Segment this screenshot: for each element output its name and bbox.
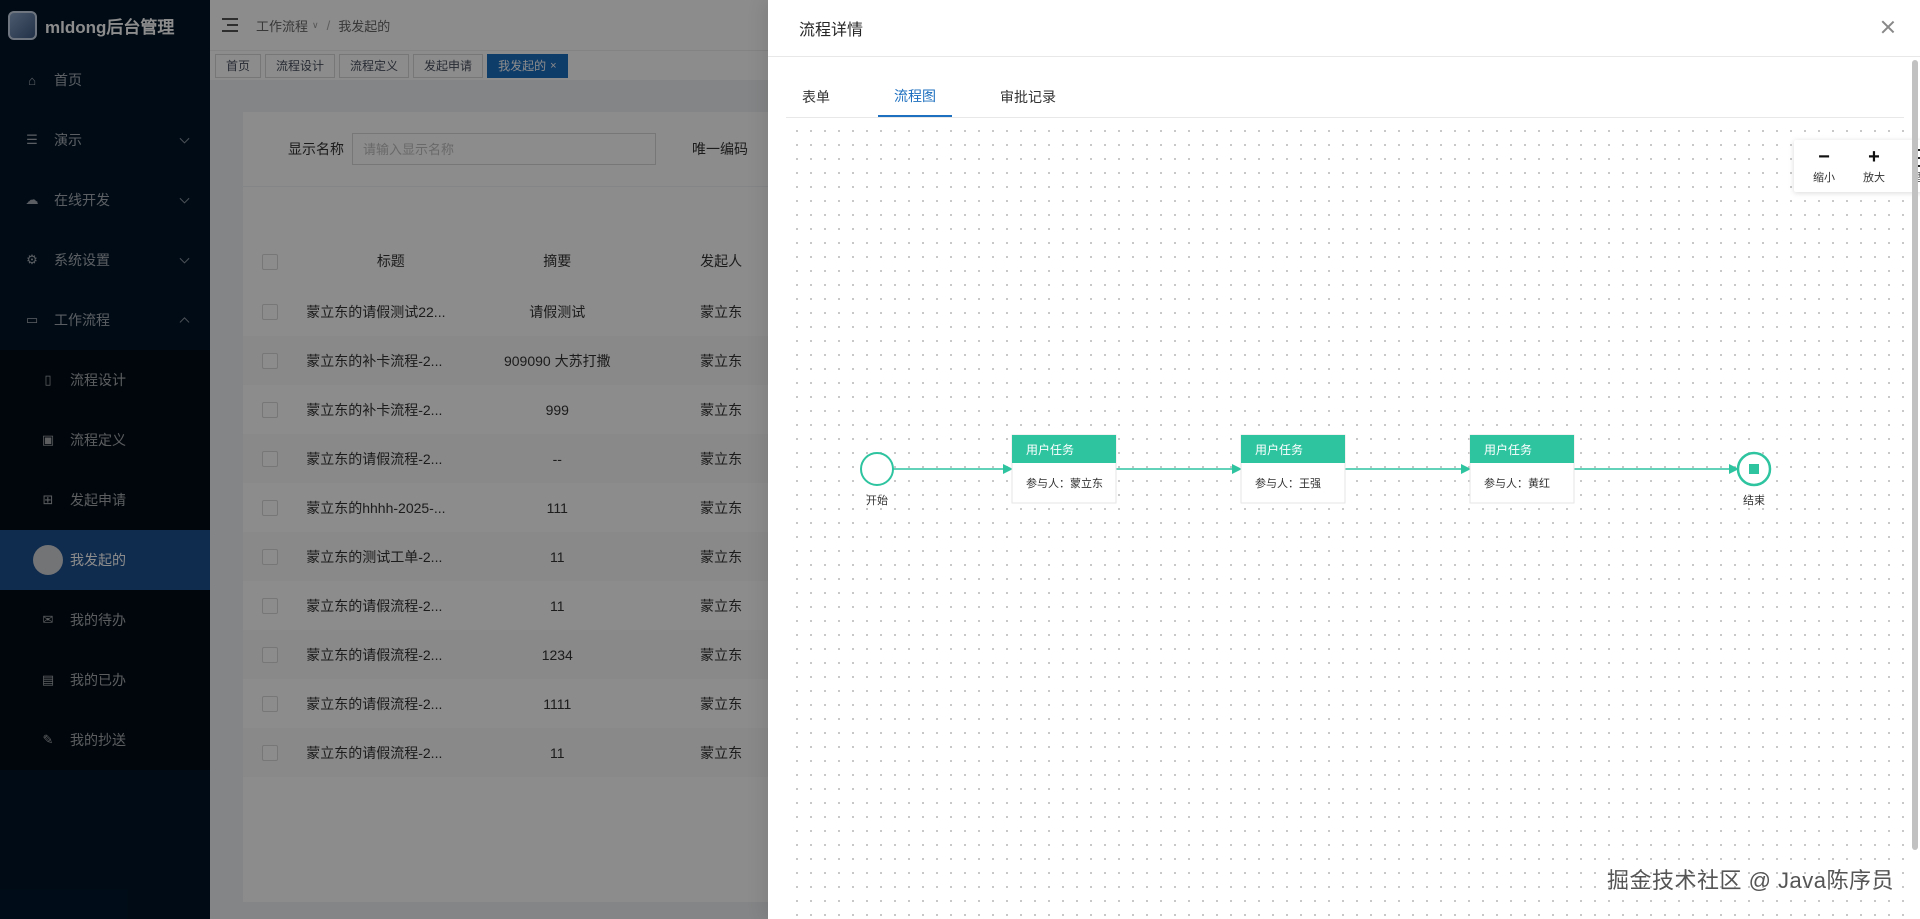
tab-label: 流程图 (894, 87, 936, 104)
task-assignee: 参与人：黄红 (1484, 476, 1550, 490)
flow-canvas[interactable]: − 缩小 + 放大 适应 开始 (786, 120, 1920, 919)
task-title: 用户任务 (1026, 442, 1074, 457)
user-task-node[interactable]: 用户任务 参与人：蒙立东 (1011, 434, 1117, 504)
end-event[interactable]: 结束 (1736, 451, 1772, 507)
task-assignee: 参与人：王强 (1255, 476, 1321, 490)
vertical-scrollbar[interactable] (1912, 60, 1918, 850)
tab-approval-records[interactable]: 审批记录 (984, 76, 1072, 117)
tab-label: 表单 (802, 88, 830, 105)
user-task-node[interactable]: 用户任务 参与人：黄红 (1469, 434, 1575, 504)
drawer-mask[interactable] (0, 0, 768, 919)
start-label: 开始 (866, 493, 888, 507)
tab-flow-chart[interactable]: 流程图 (878, 76, 952, 117)
tab-label: 审批记录 (1000, 88, 1056, 105)
task-title: 用户任务 (1484, 442, 1532, 457)
end-label: 结束 (1743, 494, 1765, 507)
close-icon[interactable] (1878, 17, 1898, 37)
tab-form[interactable]: 表单 (786, 76, 846, 117)
drawer-tabs: 表单 流程图 审批记录 (786, 76, 1904, 118)
task-assignee: 参与人：蒙立东 (1026, 476, 1103, 490)
task-title: 用户任务 (1255, 442, 1303, 457)
drawer-title: 流程详情 (799, 22, 864, 39)
process-detail-drawer: 流程详情 表单 流程图 审批记录 − 缩小 + 放大 适应 (768, 0, 1920, 919)
flow-diagram: 开始 用户任务 参与人：蒙立东 用户任务 参与人：王强 用户任务 参与人：黄红 (860, 434, 1772, 507)
start-event[interactable]: 开始 (860, 452, 894, 507)
user-task-node[interactable]: 用户任务 参与人：王强 (1240, 434, 1346, 504)
drawer-header: 流程详情 (768, 0, 1920, 57)
watermark: 掘金技术社区 @ Java陈序员 (1606, 868, 1894, 893)
